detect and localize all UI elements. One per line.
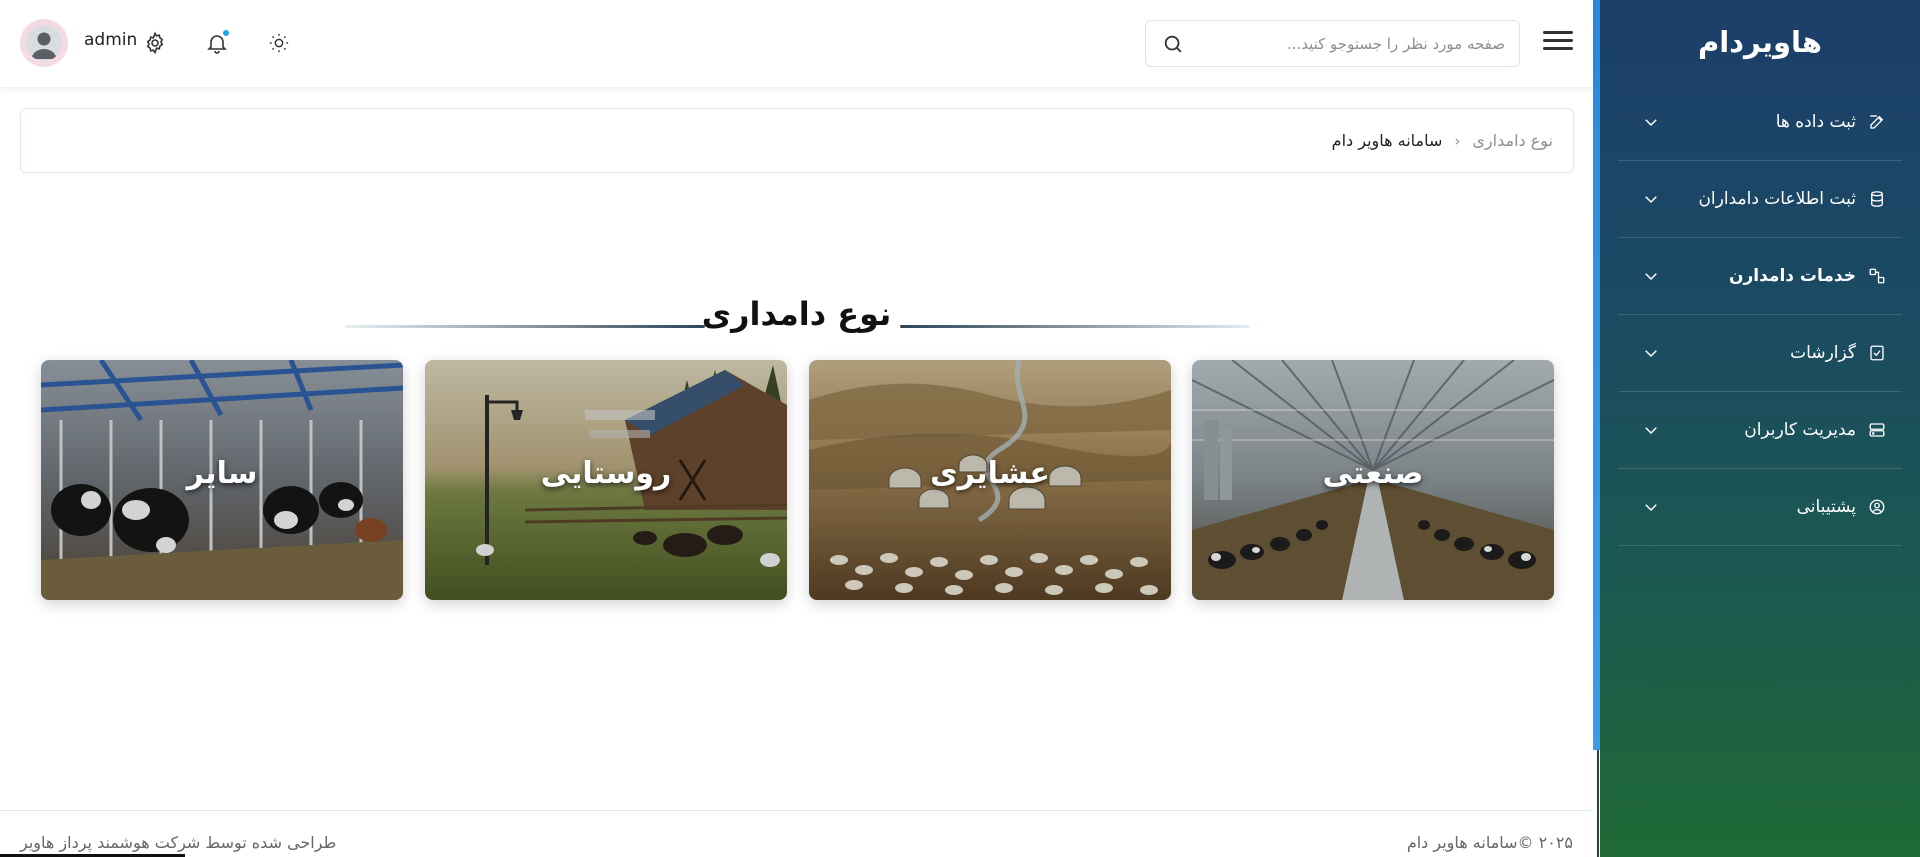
- card-label: صنعتی: [1322, 456, 1424, 491]
- sidebar-item-label: ثبت اطلاعات دامداران: [1698, 189, 1856, 209]
- sidebar: هاویردام ثبت داده ها ثبت اطلاعات دامدارا…: [1600, 0, 1920, 857]
- breadcrumb-separator: ‹: [1454, 131, 1461, 150]
- notification-dot: [222, 29, 230, 37]
- server-icon: [1866, 419, 1888, 441]
- search-box: [1145, 20, 1520, 67]
- breadcrumb-current: نوع دامداری: [1472, 131, 1553, 150]
- footer: ۲۰۲۵ ©سامانه هاویر دام طراحی شده توسط شر…: [0, 810, 1593, 857]
- card-other[interactable]: سایر: [41, 360, 403, 600]
- sidebar-item-label: پشتیبانی: [1796, 497, 1856, 517]
- chevron-down-icon: [1640, 419, 1662, 441]
- sidebar-edge: [1593, 0, 1600, 750]
- report-check-icon: [1866, 342, 1888, 364]
- database-icon: [1866, 188, 1888, 210]
- footer-credit: طراحی شده توسط شرکت هوشمند پرداز هاویر: [20, 833, 337, 852]
- chevron-down-icon: [1640, 342, 1662, 364]
- sidebar-item-user-management[interactable]: مدیریت کاربران: [1618, 392, 1902, 469]
- footer-copyright: ۲۰۲۵ ©سامانه هاویر دام: [1406, 833, 1573, 852]
- sidebar-item-reports[interactable]: گزارشات: [1618, 315, 1902, 392]
- breadcrumb: نوع دامداری ‹ سامانه هاویر دام: [20, 108, 1574, 173]
- breadcrumb-root-link[interactable]: سامانه هاویر دام: [1332, 131, 1443, 150]
- sidebar-item-label: خدمات دامدارن: [1728, 266, 1856, 286]
- search-input[interactable]: [1186, 34, 1505, 53]
- card-label: روستایی: [540, 456, 672, 491]
- search-icon[interactable]: [1160, 31, 1186, 57]
- sidebar-item-rancher-services[interactable]: خدمات دامدارن: [1618, 238, 1902, 315]
- user-avatar-icon: [26, 25, 62, 61]
- sidebar-item-label: گزارشات: [1790, 343, 1856, 363]
- chevron-down-icon: [1640, 111, 1662, 133]
- user-circle-icon: [1866, 496, 1888, 518]
- chevron-down-icon: [1640, 188, 1662, 210]
- sidebar-item-label: مدیریت کاربران: [1744, 420, 1856, 440]
- page-title: نوع دامداری: [701, 295, 892, 333]
- notification-bell-icon[interactable]: [202, 28, 232, 58]
- edit-icon: [1866, 111, 1888, 133]
- avatar[interactable]: [20, 19, 68, 67]
- sidebar-item-label: ثبت داده ها: [1775, 112, 1856, 132]
- sidebar-item-ranchers-info[interactable]: ثبت اطلاعات دامداران: [1618, 161, 1902, 238]
- card-label: سایر: [186, 456, 258, 491]
- chevron-down-icon: [1640, 265, 1662, 287]
- card-rural[interactable]: روستایی: [425, 360, 787, 600]
- theme-toggle-sun-icon[interactable]: [264, 28, 294, 58]
- sidebar-item-support[interactable]: پشتیبانی: [1618, 469, 1902, 546]
- brand-title[interactable]: هاویردام: [1600, 0, 1920, 84]
- card-label: عشایری: [930, 456, 1050, 491]
- sidebar-menu: ثبت داده ها ثبت اطلاعات دامداران خدمات د…: [1600, 84, 1920, 546]
- settings-gear-icon[interactable]: [140, 28, 170, 58]
- username-label[interactable]: admin: [84, 30, 137, 50]
- card-industrial[interactable]: صنعتی: [1192, 360, 1554, 600]
- menu-toggle-icon[interactable]: [1541, 26, 1575, 60]
- top-header: admin: [0, 0, 1593, 88]
- chevron-down-icon: [1640, 496, 1662, 518]
- sidebar-divider: [1597, 750, 1599, 857]
- card-nomadic[interactable]: عشایری: [809, 360, 1171, 600]
- services-icon: [1866, 265, 1888, 287]
- sidebar-item-data-entry[interactable]: ثبت داده ها: [1618, 84, 1902, 161]
